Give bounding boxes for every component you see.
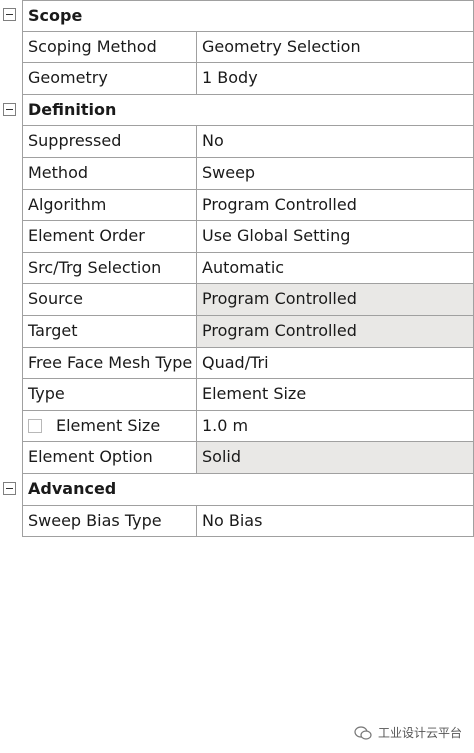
property-name: Source bbox=[22, 284, 197, 316]
property-value[interactable]: Element Size bbox=[197, 379, 474, 411]
group-advanced[interactable]: Advanced bbox=[0, 473, 474, 506]
property-name: Scoping Method bbox=[22, 31, 197, 64]
property-row-element-option[interactable]: Element Option Solid bbox=[0, 442, 474, 474]
property-name: Element Order bbox=[22, 221, 197, 253]
property-row-method[interactable]: Method Sweep bbox=[0, 157, 474, 190]
watermark-text: 工业设计云平台 bbox=[377, 726, 462, 740]
property-name-with-checkbox: Element Size bbox=[22, 410, 197, 443]
property-value[interactable]: 1.0 m bbox=[197, 410, 474, 443]
property-name-label: Element Size bbox=[56, 415, 161, 435]
property-row-element-order[interactable]: Element Order Use Global Setting bbox=[0, 221, 474, 253]
property-value[interactable]: Sweep bbox=[197, 157, 474, 190]
group-definition-label: Definition bbox=[22, 94, 474, 127]
property-name: Sweep Bias Type bbox=[22, 505, 197, 538]
collapse-icon[interactable] bbox=[3, 481, 16, 495]
collapse-icon[interactable] bbox=[3, 102, 16, 116]
details-panel: Scope Scoping Method Geometry Selection … bbox=[0, 0, 474, 538]
property-row-free-face-mesh-type[interactable]: Free Face Mesh Type Quad/Tri bbox=[0, 347, 474, 380]
group-definition[interactable]: Definition bbox=[0, 94, 474, 127]
property-row-sweep-bias-type[interactable]: Sweep Bias Type No Bias bbox=[0, 505, 474, 538]
property-value[interactable]: Geometry Selection bbox=[197, 31, 474, 64]
property-value[interactable]: Quad/Tri bbox=[197, 347, 474, 380]
property-name: Element Option bbox=[22, 442, 197, 474]
property-value[interactable]: Automatic bbox=[197, 252, 474, 285]
group-advanced-label: Advanced bbox=[22, 473, 474, 506]
group-scope[interactable]: Scope bbox=[0, 0, 474, 32]
group-scope-label: Scope bbox=[22, 0, 474, 32]
watermark: 工业设计云平台 bbox=[354, 724, 462, 741]
property-name: Suppressed bbox=[22, 126, 197, 158]
parameter-checkbox[interactable] bbox=[28, 418, 42, 433]
property-row-type[interactable]: Type Element Size bbox=[0, 379, 474, 411]
property-value[interactable]: Use Global Setting bbox=[197, 221, 474, 253]
property-row-algorithm[interactable]: Algorithm Program Controlled bbox=[0, 189, 474, 222]
property-name: Method bbox=[22, 157, 197, 190]
property-name: Src/Trg Selection bbox=[22, 252, 197, 285]
collapse-icon[interactable] bbox=[3, 8, 16, 21]
wechat-icon bbox=[354, 725, 372, 740]
property-value[interactable]: Program Controlled bbox=[197, 315, 474, 348]
property-name: Free Face Mesh Type bbox=[22, 347, 197, 380]
property-value[interactable]: No Bias bbox=[197, 505, 474, 538]
property-value[interactable]: Program Controlled bbox=[197, 284, 474, 316]
property-name: Type bbox=[22, 379, 197, 411]
property-value[interactable]: Solid bbox=[197, 442, 474, 474]
property-row-suppressed[interactable]: Suppressed No bbox=[0, 126, 474, 158]
property-name: Algorithm bbox=[22, 189, 197, 222]
property-name: Target bbox=[22, 315, 197, 348]
property-name: Geometry bbox=[22, 63, 197, 95]
property-row-scoping-method[interactable]: Scoping Method Geometry Selection bbox=[0, 31, 474, 64]
property-row-target[interactable]: Target Program Controlled bbox=[0, 315, 474, 348]
property-value[interactable]: No bbox=[197, 126, 474, 158]
property-row-source[interactable]: Source Program Controlled bbox=[0, 284, 474, 316]
property-row-element-size[interactable]: Element Size 1.0 m bbox=[0, 410, 474, 443]
property-row-src-trg-selection[interactable]: Src/Trg Selection Automatic bbox=[0, 252, 474, 285]
property-value[interactable]: 1 Body bbox=[197, 63, 474, 95]
property-row-geometry[interactable]: Geometry 1 Body bbox=[0, 63, 474, 95]
property-value[interactable]: Program Controlled bbox=[197, 189, 474, 222]
